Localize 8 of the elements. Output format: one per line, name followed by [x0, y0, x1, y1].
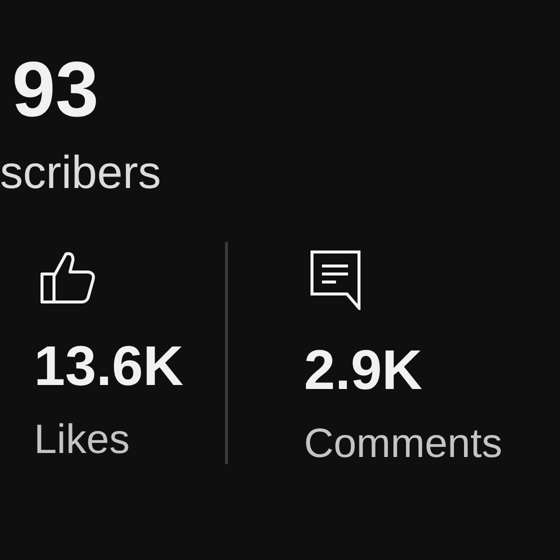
thumbs-up-icon [40, 250, 96, 304]
likes-label: Likes [34, 415, 131, 464]
comments-label: Comments [304, 419, 502, 468]
comment-icon [310, 250, 362, 310]
comments-count: 2.9K [304, 338, 424, 402]
likes-count: 13.6K [34, 334, 184, 398]
subscribers-label: scribers [0, 145, 162, 200]
subscriber-count: 93 [12, 44, 100, 134]
